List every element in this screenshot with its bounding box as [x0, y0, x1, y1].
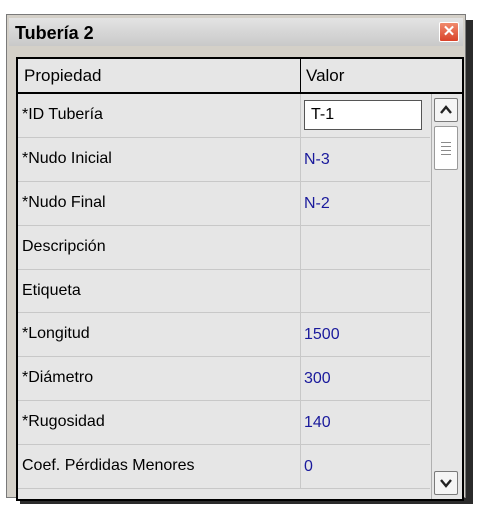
property-label: *Rugosidad [22, 413, 105, 431]
vertical-scrollbar[interactable] [431, 94, 462, 499]
title-bar[interactable]: Tubería 2 ✕ [9, 18, 463, 46]
property-label: *Longitud [22, 325, 90, 343]
header-value-label[interactable]: Valor [306, 66, 344, 86]
property-row-description[interactable]: Descripción [18, 225, 430, 270]
property-value[interactable]: N-3 [304, 151, 330, 169]
scroll-thumb[interactable] [434, 126, 458, 170]
property-label: Etiqueta [22, 281, 81, 299]
header-property-cell[interactable]: Propiedad [18, 59, 301, 92]
property-row-tag[interactable]: Etiqueta [18, 269, 430, 314]
grid-rows: *ID Tubería *Nudo Inicial N-3 *Nudo Fina… [18, 94, 430, 490]
arrow-up-icon[interactable] [434, 98, 458, 122]
property-row-length[interactable]: *Longitud 1500 [18, 313, 430, 358]
property-label: *Nudo Final [22, 193, 106, 211]
arrow-down-icon[interactable] [434, 471, 458, 495]
id-value-input[interactable] [304, 100, 422, 130]
close-icon[interactable]: ✕ [439, 22, 459, 42]
property-row-id[interactable]: *ID Tubería [18, 94, 430, 138]
property-label: Coef. Pérdidas Menores [22, 457, 195, 475]
property-row-start-node[interactable]: *Nudo Inicial N-3 [18, 137, 430, 182]
grid-header: Propiedad Valor [18, 59, 462, 94]
header-property-label: Propiedad [24, 66, 102, 85]
window-title: Tubería 2 [15, 23, 94, 43]
property-value[interactable]: N-2 [304, 195, 330, 213]
property-label: *Diámetro [22, 369, 94, 387]
property-label: *ID Tubería [22, 106, 103, 123]
property-row-diameter[interactable]: *Diámetro 300 [18, 357, 430, 402]
properties-window: Tubería 2 ✕ Propiedad Valor *ID Tubería … [6, 14, 466, 501]
property-row-roughness[interactable]: *Rugosidad 140 [18, 401, 430, 446]
property-row-minor-loss[interactable]: Coef. Pérdidas Menores 0 [18, 445, 430, 490]
property-value[interactable]: 140 [304, 414, 331, 432]
property-grid: Propiedad Valor *ID Tubería *Nudo Inicia… [16, 57, 464, 501]
property-value[interactable]: 0 [304, 458, 313, 476]
property-value[interactable]: 1500 [304, 326, 340, 344]
property-label: *Nudo Inicial [22, 149, 112, 167]
property-label: Descripción [22, 237, 106, 255]
property-row-end-node[interactable]: *Nudo Final N-2 [18, 181, 430, 226]
property-value[interactable]: 300 [304, 370, 331, 388]
